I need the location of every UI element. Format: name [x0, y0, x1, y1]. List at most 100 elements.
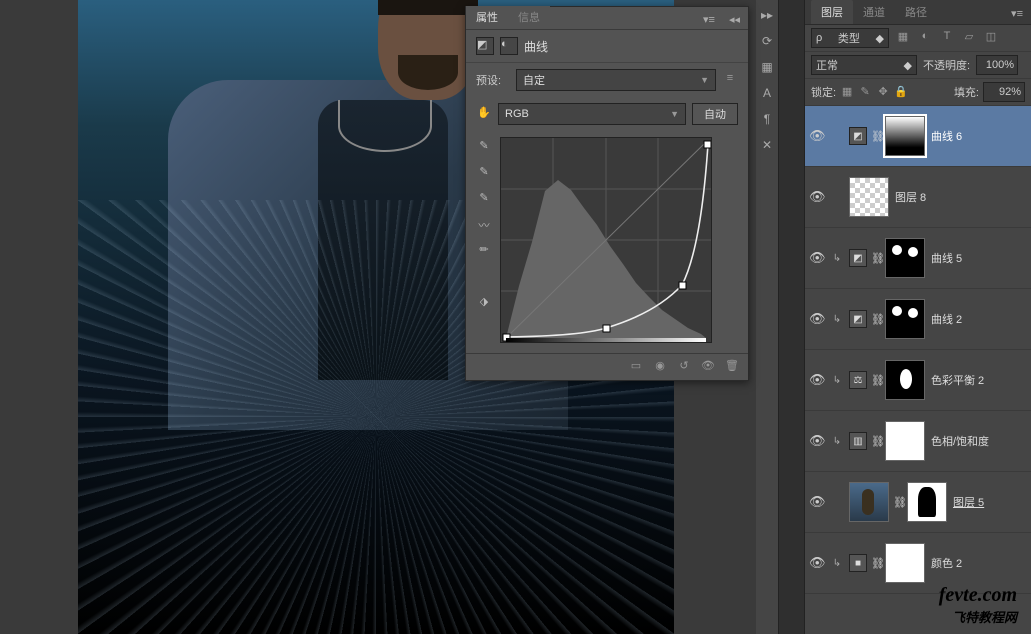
- layer-thumb[interactable]: [849, 177, 889, 217]
- tab-info[interactable]: 信息: [508, 6, 550, 29]
- layer-thumbs: ◩⛓: [849, 238, 925, 278]
- layer-row[interactable]: 👁 ⛓ 图层 5: [805, 472, 1031, 533]
- tab-properties[interactable]: 属性: [466, 6, 508, 29]
- paragraph-icon[interactable]: ¶: [756, 108, 778, 130]
- curves-graph[interactable]: [500, 137, 712, 343]
- tools-icon[interactable]: ✕: [756, 134, 778, 156]
- layer-thumbs: ⚖⛓: [849, 360, 925, 400]
- layer-mask-thumb[interactable]: [885, 238, 925, 278]
- tab-layers[interactable]: 图层: [811, 0, 853, 24]
- mask-icon[interactable]: ◐: [500, 37, 518, 55]
- visibility-eye-icon[interactable]: 👁: [809, 189, 825, 205]
- layers-panel-menu-icon[interactable]: ▾≡: [1003, 3, 1031, 24]
- eyedropper-white-icon[interactable]: ✎: [476, 191, 492, 207]
- visibility-eye-icon[interactable]: 👁: [809, 128, 825, 144]
- swatches-icon[interactable]: ▦: [756, 56, 778, 78]
- layer-name-label[interactable]: 色彩平衡 2: [931, 372, 984, 388]
- adjustment-thumb-icon: ⚖: [849, 371, 867, 389]
- link-icon[interactable]: ⛓: [893, 496, 903, 509]
- layer-mask-thumb[interactable]: [885, 360, 925, 400]
- link-icon[interactable]: ⛓: [871, 130, 881, 143]
- clip-indicator-icon: ↳: [831, 375, 843, 386]
- auto-button[interactable]: 自动: [692, 103, 738, 125]
- visibility-eye-icon[interactable]: 👁: [809, 311, 825, 327]
- channel-select[interactable]: RGB▼: [498, 103, 686, 125]
- link-icon[interactable]: ⛓: [871, 374, 881, 387]
- layers-tabs: 图层 通道 路径 ▾≡: [805, 0, 1031, 25]
- target-adjust-icon[interactable]: ✋: [476, 106, 492, 122]
- link-icon[interactable]: ⛓: [871, 252, 881, 265]
- layer-row[interactable]: 👁 图层 8: [805, 167, 1031, 228]
- adjustment-title: 曲线: [524, 38, 548, 55]
- opacity-input[interactable]: 100%: [976, 55, 1018, 75]
- layer-mask-thumb: [907, 482, 947, 522]
- blend-mode-value: 正常: [816, 57, 838, 73]
- filter-adjust-icon[interactable]: ◐: [917, 30, 933, 46]
- layer-kind-select[interactable]: ρ类型◆: [811, 28, 889, 48]
- eyedropper-black-icon[interactable]: ✎: [476, 139, 492, 155]
- lock-all-icon[interactable]: 🔒: [894, 85, 908, 99]
- link-icon[interactable]: ⛓: [871, 313, 881, 326]
- curve-point-icon[interactable]: 〰: [476, 217, 492, 233]
- tab-paths[interactable]: 路径: [895, 0, 937, 24]
- pencil-icon[interactable]: ✏: [476, 243, 492, 259]
- layer-thumb[interactable]: [849, 482, 889, 522]
- filter-shape-icon[interactable]: ▱: [961, 30, 977, 46]
- layer-row[interactable]: 👁↳◩⛓曲线 5: [805, 228, 1031, 289]
- chevron-down-icon: ▼: [700, 75, 709, 85]
- watermark-text: 飞特教程网: [939, 607, 1017, 626]
- hand-icon[interactable]: ⬗: [476, 295, 492, 311]
- smooth-icon[interactable]: [476, 269, 492, 285]
- layer-name-label[interactable]: 颜色 2: [931, 555, 962, 571]
- filter-smart-icon[interactable]: ◫: [983, 30, 999, 46]
- filter-type-icon[interactable]: T: [939, 30, 955, 46]
- layer-row[interactable]: 👁◩⛓曲线 6: [805, 106, 1031, 167]
- lock-pixels-icon[interactable]: ✎: [858, 85, 872, 99]
- panel-menu-icon[interactable]: ▾≡: [697, 10, 721, 29]
- visibility-eye-icon[interactable]: 👁: [809, 250, 825, 266]
- layer-list: 👁◩⛓曲线 6👁图层 8👁↳◩⛓曲线 5👁↳◩⛓曲线 2👁↳⚖⛓色彩平衡 2👁↳…: [805, 106, 1031, 594]
- layer-mask-thumb[interactable]: [885, 421, 925, 461]
- curves-tool-column: ✎ ✎ ✎ 〰 ✏ ⬗: [476, 137, 494, 343]
- layer-mask-thumb[interactable]: [885, 299, 925, 339]
- layer-row[interactable]: 👁↳▥⛓色相/饱和度: [805, 411, 1031, 472]
- preset-select[interactable]: 自定▼: [516, 69, 716, 91]
- layer-name-label[interactable]: 曲线 5: [931, 250, 962, 266]
- visibility-eye-icon[interactable]: 👁: [809, 433, 825, 449]
- dock-icon-1[interactable]: ▸▸: [756, 4, 778, 26]
- fill-input[interactable]: 92%: [983, 82, 1025, 102]
- layer-name-label[interactable]: 图层 8: [895, 189, 926, 205]
- layer-mask-thumb[interactable]: [885, 543, 925, 583]
- layer-name-label[interactable]: 曲线 2: [931, 311, 962, 327]
- visibility-eye-icon[interactable]: 👁: [809, 494, 825, 510]
- tab-channels[interactable]: 通道: [853, 0, 895, 24]
- reset-icon[interactable]: ↺: [676, 359, 692, 375]
- preset-menu-icon[interactable]: ≡: [722, 72, 738, 88]
- properties-footer: ▭ ◉ ↺ 👁 🗑: [466, 353, 748, 380]
- trash-icon[interactable]: 🗑: [724, 359, 740, 375]
- curves-icon: ◩: [476, 37, 494, 55]
- visibility-eye-icon[interactable]: 👁: [809, 372, 825, 388]
- lock-transparency-icon[interactable]: ▦: [840, 85, 854, 99]
- layer-name-label[interactable]: 图层 5: [953, 494, 984, 510]
- layer-row[interactable]: 👁↳◩⛓曲线 2: [805, 289, 1031, 350]
- lock-position-icon[interactable]: ✥: [876, 85, 890, 99]
- eyedropper-gray-icon[interactable]: ✎: [476, 165, 492, 181]
- toggle-visibility-icon[interactable]: 👁: [700, 359, 716, 375]
- layer-mask-thumb[interactable]: [885, 116, 925, 156]
- panel-collapse-icon[interactable]: ◂◂: [721, 10, 748, 29]
- layer-row[interactable]: 👁↳⚖⛓色彩平衡 2: [805, 350, 1031, 411]
- filter-pixel-icon[interactable]: ▦: [895, 30, 911, 46]
- blend-mode-select[interactable]: 正常◆: [811, 55, 917, 75]
- layer-name-label[interactable]: 曲线 6: [931, 128, 962, 144]
- link-icon[interactable]: ⛓: [871, 435, 881, 448]
- visibility-eye-icon[interactable]: 👁: [809, 555, 825, 571]
- character-icon[interactable]: A: [756, 82, 778, 104]
- channel-value: RGB: [505, 108, 529, 120]
- clip-icon[interactable]: ▭: [628, 359, 644, 375]
- layer-name-label[interactable]: 色相/饱和度: [931, 433, 989, 449]
- view-previous-icon[interactable]: ◉: [652, 359, 668, 375]
- clip-indicator-icon: ↳: [831, 314, 843, 325]
- link-icon[interactable]: ⛓: [871, 557, 881, 570]
- history-icon[interactable]: ⟳: [756, 30, 778, 52]
